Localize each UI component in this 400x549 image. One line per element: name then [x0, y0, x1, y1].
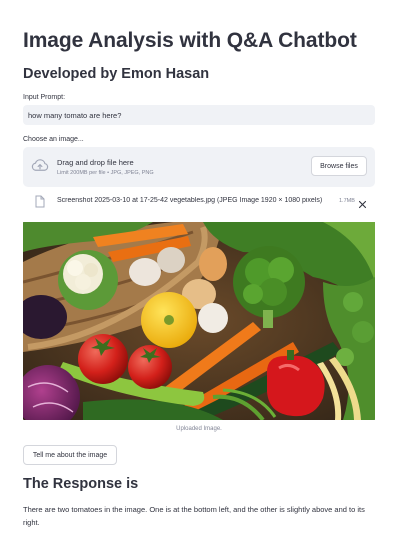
uploaded-file-row: Screenshot 2025-03-10 at 17-25-42 vegeta… — [23, 193, 375, 211]
tell-me-button[interactable]: Tell me about the image — [23, 445, 117, 465]
browse-files-button[interactable]: Browse files — [311, 156, 367, 176]
file-dropzone[interactable]: Drag and drop file here Limit 200MB per … — [23, 147, 375, 187]
prompt-label: Input Prompt: — [23, 94, 66, 101]
dropzone-limit: Limit 200MB per file • JPG, JPEG, PNG — [57, 170, 154, 176]
image-caption: Uploaded Image. — [176, 426, 222, 432]
app-page: Image Analysis with Q&A Chatbot Develope… — [0, 0, 400, 549]
prompt-input[interactable] — [23, 105, 375, 125]
vegetables-photo — [23, 222, 375, 420]
page-subtitle: Developed by Emon Hasan — [23, 66, 210, 82]
response-text: There are two tomatoes in the image. One… — [23, 505, 365, 527]
uploaded-image — [23, 222, 375, 420]
cloud-upload-icon — [31, 158, 49, 177]
file-icon — [35, 195, 45, 213]
dropzone-title: Drag and drop file here — [57, 158, 134, 167]
response-heading: The Response is — [23, 476, 139, 492]
page-title: Image Analysis with Q&A Chatbot — [23, 29, 357, 52]
uploaded-file-name: Screenshot 2025-03-10 at 17-25-42 vegeta… — [57, 197, 323, 204]
uploader-label: Choose an image... — [23, 136, 84, 143]
close-icon[interactable] — [358, 196, 367, 214]
uploaded-file-size: 1.7MB — [339, 198, 355, 204]
